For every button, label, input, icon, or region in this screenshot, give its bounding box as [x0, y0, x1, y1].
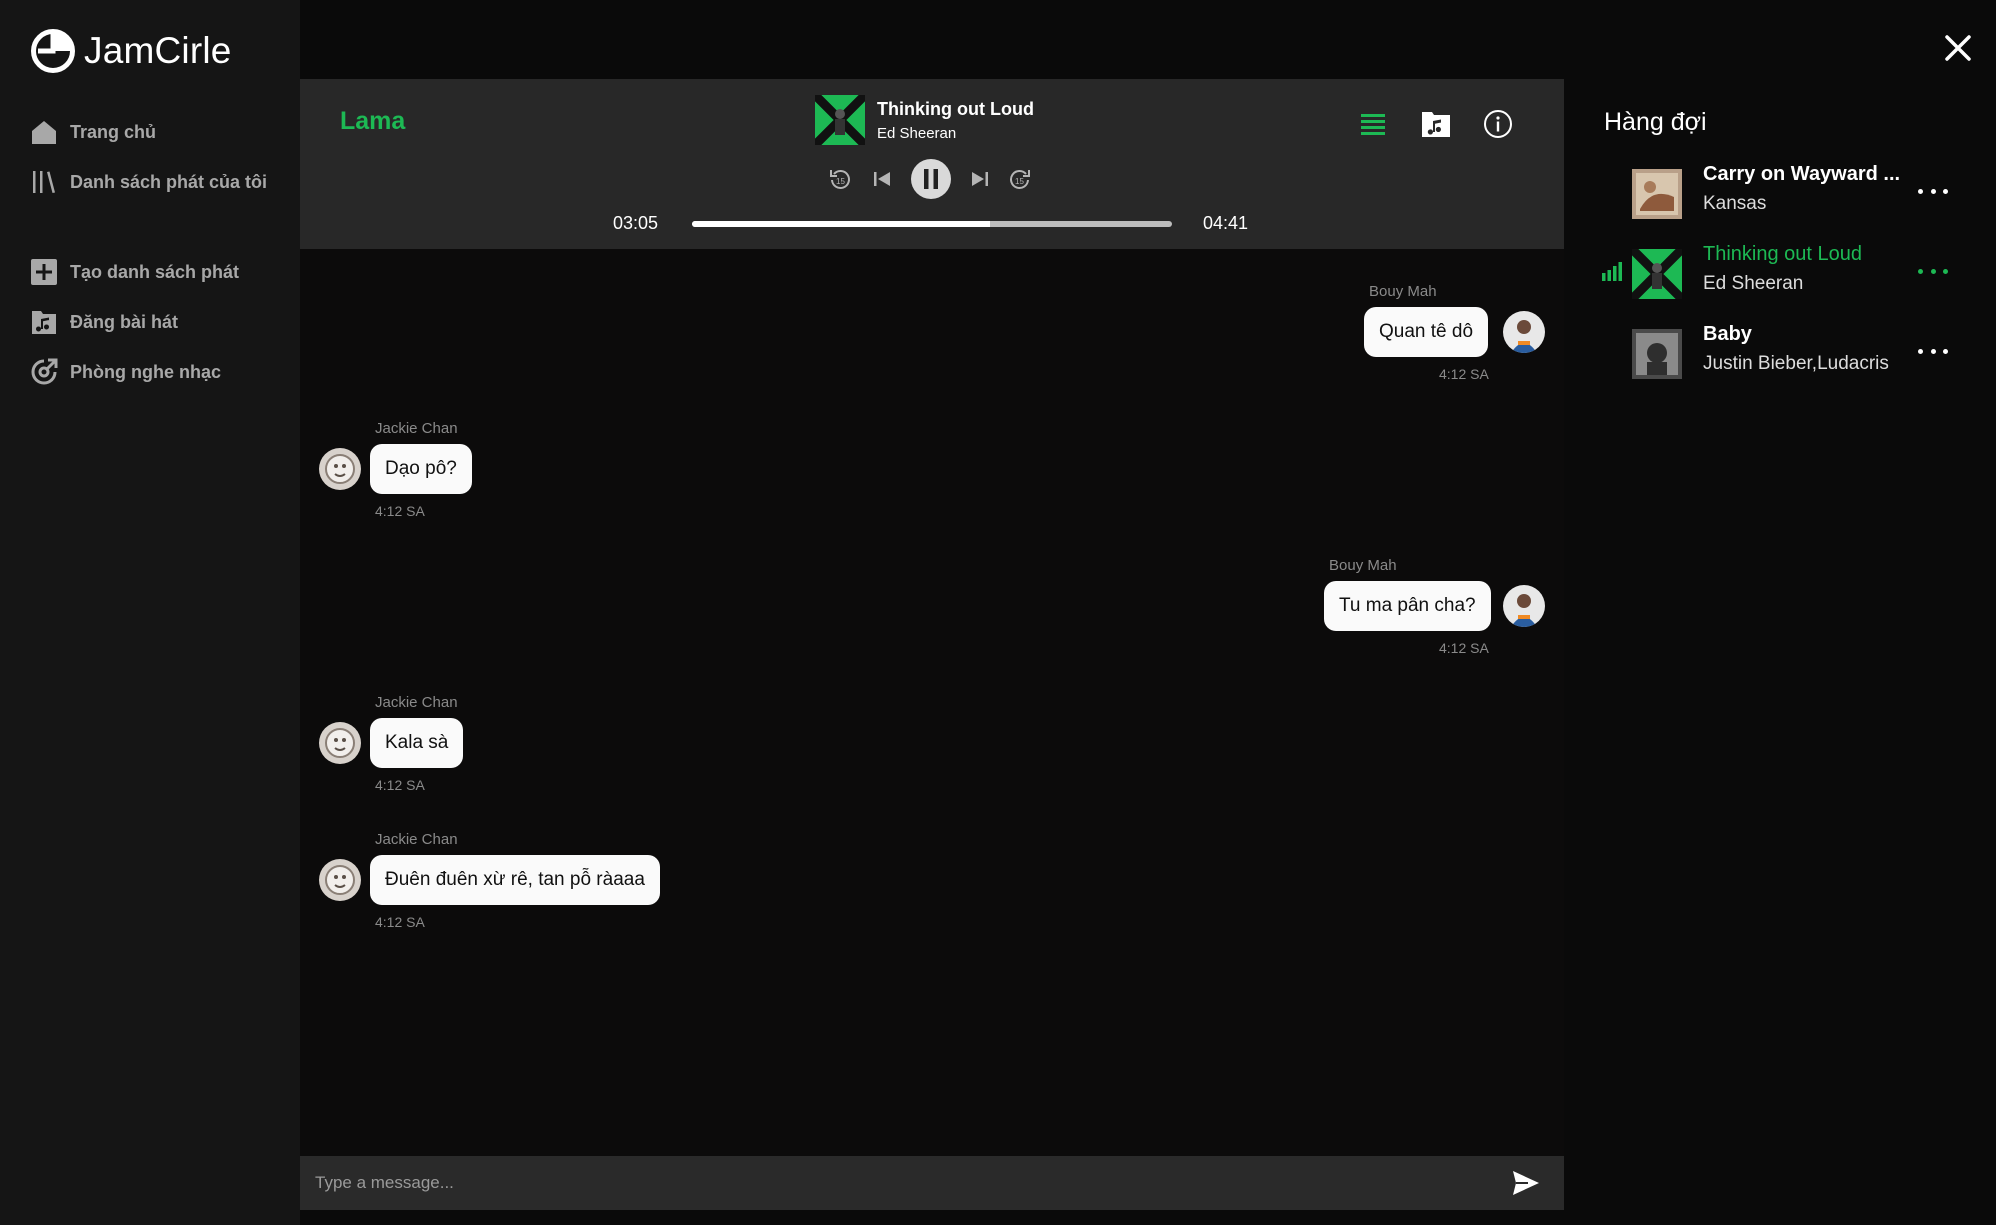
sidebar-item-label: Danh sách phát của tôi	[70, 171, 268, 192]
upload-song-icon	[32, 311, 56, 334]
user-avatar-icon	[319, 448, 361, 490]
queue-list-icon	[1361, 114, 1385, 135]
queue-item-title: Thinking out Loud	[1703, 243, 1863, 265]
avatar[interactable]	[1503, 585, 1545, 627]
sidebar-item-listening-room[interactable]: Phòng nghe nhạc	[30, 358, 221, 386]
next-icon	[972, 172, 988, 186]
close-icon[interactable]	[1944, 34, 1972, 62]
message-bubble: Tu ma pân cha?	[1324, 581, 1491, 631]
sidebar-item-label: Tạo danh sách phát	[70, 261, 240, 282]
message-bubble: Kala sà	[370, 718, 464, 768]
message-sender: Bouy Mah	[1369, 283, 1437, 300]
avatar[interactable]	[319, 859, 361, 901]
queue-item-now-playing[interactable]: Thinking out Loud Ed Sheeran	[1600, 243, 1960, 303]
sidebar-item-upload-song[interactable]: Đăng bài hát	[30, 308, 178, 336]
app-name: JamCirle	[84, 30, 232, 71]
previous-icon	[874, 172, 890, 186]
playback-controls: 15 15	[826, 157, 1036, 201]
logo-icon	[31, 29, 75, 73]
queue-item[interactable]: Baby Justin Bieber,Ludacris	[1600, 323, 1960, 383]
equalizer-icon	[1602, 262, 1622, 281]
svg-text:15: 15	[1015, 177, 1024, 186]
message-bubble: Dạo pô?	[370, 444, 472, 494]
rewind-15-button[interactable]: 15	[826, 157, 854, 201]
pause-icon	[911, 159, 951, 199]
app-logo[interactable]: JamCirle	[30, 28, 232, 74]
progress-fill	[692, 221, 990, 227]
avatar[interactable]	[319, 448, 361, 490]
user-avatar-icon	[319, 722, 361, 764]
album-cover	[1632, 329, 1682, 379]
queue-item[interactable]: Carry on Wayward ... Kansas	[1600, 163, 1960, 223]
user-avatar-icon	[1503, 311, 1545, 353]
avatar[interactable]	[1503, 311, 1545, 353]
library-icon	[33, 171, 55, 193]
message-sender: Jackie Chan	[375, 694, 458, 711]
now-playing-track: Thinking out Loud Ed Sheeran	[815, 95, 1034, 145]
total-time: 04:41	[1203, 213, 1249, 233]
message-time: 4:12 SA	[1439, 366, 1489, 382]
album-cover	[1632, 249, 1682, 299]
listening-room-icon	[31, 358, 58, 385]
add-playlist-icon	[31, 259, 57, 285]
queue-item-artist: Kansas	[1703, 193, 1767, 214]
forward-15-button[interactable]: 15	[1006, 157, 1034, 201]
add-song-button[interactable]	[1418, 106, 1454, 142]
music-folder-icon	[1422, 112, 1450, 137]
message-composer	[300, 1156, 1564, 1210]
svg-text:15: 15	[836, 177, 845, 186]
forward-15-icon: 15	[1010, 170, 1030, 189]
rewind-15-icon: 15	[830, 170, 850, 189]
avatar[interactable]	[319, 722, 361, 764]
user-avatar-icon	[319, 859, 361, 901]
queue-item-title: Carry on Wayward ...	[1703, 163, 1901, 185]
message-time: 4:12 SA	[375, 777, 425, 793]
sidebar: JamCirle Trang chủ Danh sách phát của tô…	[0, 0, 300, 1225]
queue-title: Hàng đợi	[1604, 108, 1707, 136]
queue-item-title: Baby	[1703, 323, 1752, 345]
next-button[interactable]	[966, 157, 994, 201]
message-bubble: Đuên đuên xừ rê, tan pỗ ràaaa	[370, 855, 660, 905]
sidebar-item-home[interactable]: Trang chủ	[30, 118, 156, 146]
album-cover	[1632, 169, 1682, 219]
sidebar-item-label: Đăng bài hát	[70, 311, 179, 332]
sidebar-item-label: Trang chủ	[70, 121, 157, 142]
user-avatar-icon	[1503, 585, 1545, 627]
sidebar-item-create-playlist[interactable]: Tạo danh sách phát	[30, 258, 239, 286]
album-cover	[815, 95, 865, 145]
sidebar-item-label: Phòng nghe nhạc	[70, 361, 221, 382]
message-time: 4:12 SA	[375, 503, 425, 519]
queue-item-artist: Ed Sheeran	[1703, 273, 1804, 294]
track-title: Thinking out Loud	[877, 98, 1034, 119]
message-time: 4:12 SA	[1439, 640, 1489, 656]
send-button[interactable]	[1512, 1170, 1540, 1196]
progress-bar[interactable]	[692, 221, 1172, 227]
more-options-button[interactable]	[1918, 259, 1948, 283]
message-input[interactable]	[300, 1156, 1490, 1210]
info-icon	[1484, 110, 1512, 138]
queue-button[interactable]	[1355, 106, 1391, 142]
pause-button[interactable]	[910, 157, 952, 201]
queue-item-artist: Justin Bieber,Ludacris	[1703, 353, 1889, 374]
chat-room: Lama Thinking out Loud Ed Sheeran 15 15 …	[300, 79, 1564, 1210]
room-info-button[interactable]	[1480, 106, 1516, 142]
more-options-button[interactable]	[1918, 179, 1948, 203]
message-sender: Jackie Chan	[375, 420, 458, 437]
current-time: 03:05	[613, 213, 659, 233]
previous-button[interactable]	[868, 157, 896, 201]
message-sender: Bouy Mah	[1329, 557, 1397, 574]
message-sender: Jackie Chan	[375, 831, 458, 848]
now-playing-bar: Lama Thinking out Loud Ed Sheeran 15 15 …	[300, 79, 1564, 249]
room-name: Lama	[340, 107, 406, 135]
home-icon	[32, 121, 56, 144]
more-options-button[interactable]	[1918, 339, 1948, 363]
message-time: 4:12 SA	[375, 914, 425, 930]
sidebar-item-my-playlists[interactable]: Danh sách phát của tôi	[30, 168, 267, 196]
message-bubble: Quan tê dô	[1364, 307, 1489, 357]
track-artist: Ed Sheeran	[877, 124, 957, 142]
